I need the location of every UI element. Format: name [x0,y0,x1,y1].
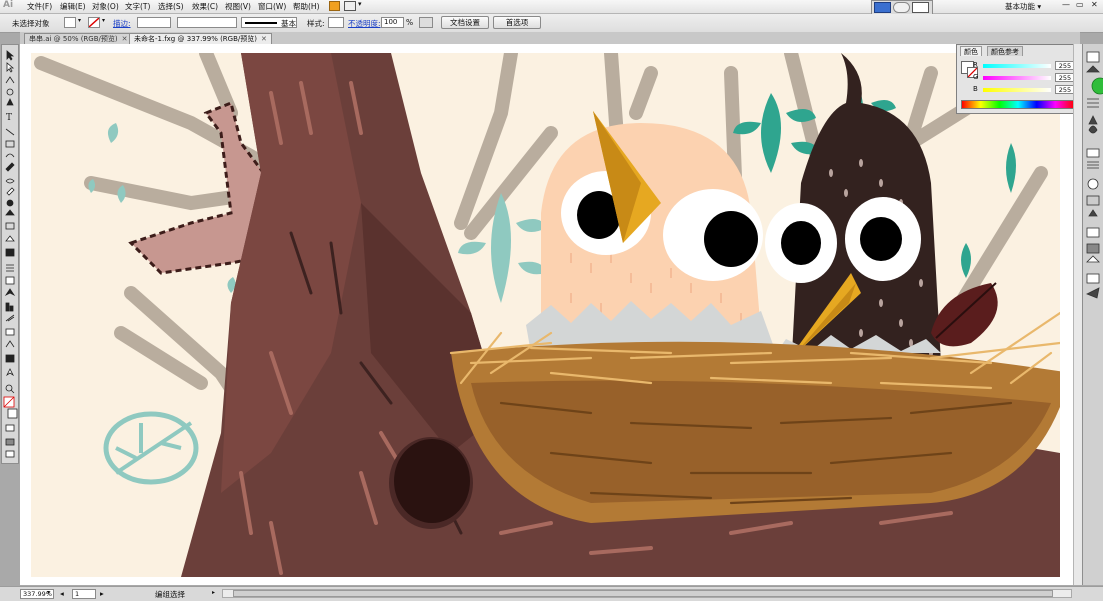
slider-red[interactable]: R 255 [973,61,1077,71]
tab-document-2[interactable]: 未命名-1.fxg @ 337.99% (RGB/预览) ✕ [129,33,272,44]
status-bar: 337.99% ▾ ◂ 1 ▸ 编组选择 ▸ [0,586,1103,601]
tab-document-1[interactable]: 串串.ai @ 50% (RGB/预览) ✕ [24,33,133,44]
close-icon[interactable]: ✕ [1091,0,1098,9]
opacity-input[interactable]: 100 [381,17,404,28]
menu-effect[interactable]: 效果(C) [192,1,218,12]
tab-color-guide[interactable]: 颜色参考 [987,46,1023,56]
workspace-menu[interactable]: 基本功能 ▾ [1005,1,1041,12]
stroke-dropdown-icon[interactable]: ▾ [102,17,109,28]
minimize-icon[interactable]: — [1062,0,1070,9]
fill-swatch[interactable] [64,17,76,28]
stroke-swatch[interactable] [88,17,100,28]
app-logo: Ai [3,0,14,10]
stroke-profile-label: 基本 [281,19,296,28]
menu-view[interactable]: 视图(V) [225,1,251,12]
tab-close-icon[interactable]: ✕ [261,35,267,43]
slider-green-value[interactable]: 255 [1055,73,1075,82]
menu-file[interactable]: 文件(F) [27,1,52,12]
fill-dropdown-icon[interactable]: ▾ [78,17,85,28]
svg-text:T: T [6,113,12,123]
slider-red-value[interactable]: 255 [1055,61,1075,70]
document-setup-button[interactable]: 文档设置 [441,16,489,29]
slider-blue-value[interactable]: 255 [1055,85,1075,94]
recolor-artwork-icon[interactable] [419,17,433,28]
opacity-unit: % [406,18,414,27]
artwork-illustration[interactable] [31,53,1060,577]
scroll-thumb[interactable] [233,590,1053,597]
arrange-docs-dropdown-icon[interactable]: ▾ [358,0,362,8]
tab-color-guide-label: 颜色参考 [991,48,1019,56]
preferences-button[interactable]: 首选项 [493,16,541,29]
menu-type[interactable]: 文字(T) [125,1,150,12]
variable-width-select[interactable] [177,17,237,28]
menu-object[interactable]: 对象(O) [92,1,119,12]
color-panel: 颜色 颜色参考 R 255 G 255 B 255 [956,44,1078,114]
workspace-layout-icon[interactable] [912,2,929,13]
tools-panel: T [1,44,19,464]
tab-close-icon[interactable]: ✕ [122,35,128,43]
next-artboard-icon[interactable]: ▸ [100,589,104,598]
control-bar: 未选择对象 ▾ ▾ 描边: 基本 样式: 不透明度: 100 % 文档设置 首选… [0,14,1103,33]
artboard-field[interactable]: 1 [72,589,96,599]
graphic-style-select[interactable] [328,17,344,28]
zoom-dropdown-icon[interactable]: ▾ [47,589,50,596]
stroke-panel-link[interactable]: 描边: [113,18,131,29]
slider-green[interactable]: G 255 [973,73,1077,83]
opacity-panel-link[interactable]: 不透明度: [348,18,381,29]
status-mode: 编组选择 [155,590,185,599]
workspace-essentials-icon[interactable] [874,2,891,13]
menu-bar: Ai 文件(F) 编辑(E) 对象(O) 文字(T) 选择(S) 效果(C) 视… [0,0,1103,16]
workspace-painting-icon[interactable] [893,2,910,13]
menu-window[interactable]: 窗口(W) [258,1,286,12]
status-menu-icon[interactable]: ▸ [212,589,215,596]
style-label: 样式: [307,19,325,28]
vertical-scrollbar[interactable] [1073,44,1082,585]
arrange-docs-icon[interactable] [344,1,356,11]
stroke-weight-select[interactable] [137,17,171,28]
slider-red-label: R [973,61,978,69]
maximize-icon[interactable]: ▭ [1076,0,1084,9]
color-spectrum[interactable] [961,100,1075,109]
selection-status: 未选择对象 [12,19,50,28]
horizontal-scrollbar[interactable] [222,589,1072,598]
dock-icons [1086,51,1103,299]
tab-color[interactable]: 颜色 [960,46,982,56]
panel-dock [1082,44,1103,585]
slider-green-label: G [973,73,979,81]
slider-blue-label: B [973,85,978,93]
slider-green-track[interactable] [983,76,1051,80]
tab-label: 串串.ai @ 50% (RGB/预览) [29,35,118,43]
slider-blue[interactable]: B 255 [973,85,1077,95]
prev-artboard-icon[interactable]: ◂ [60,589,64,598]
tab-color-label: 颜色 [964,48,978,56]
slider-red-track[interactable] [983,64,1051,68]
menu-select[interactable]: 选择(S) [158,1,184,12]
bridge-icon[interactable] [329,1,340,11]
menu-edit[interactable]: 编辑(E) [60,1,86,12]
menu-help[interactable]: 帮助(H) [293,1,320,12]
slider-blue-track[interactable] [983,88,1051,92]
tools-icons: T [3,50,18,458]
tab-label: 未命名-1.fxg @ 337.99% (RGB/预览) [134,35,257,43]
